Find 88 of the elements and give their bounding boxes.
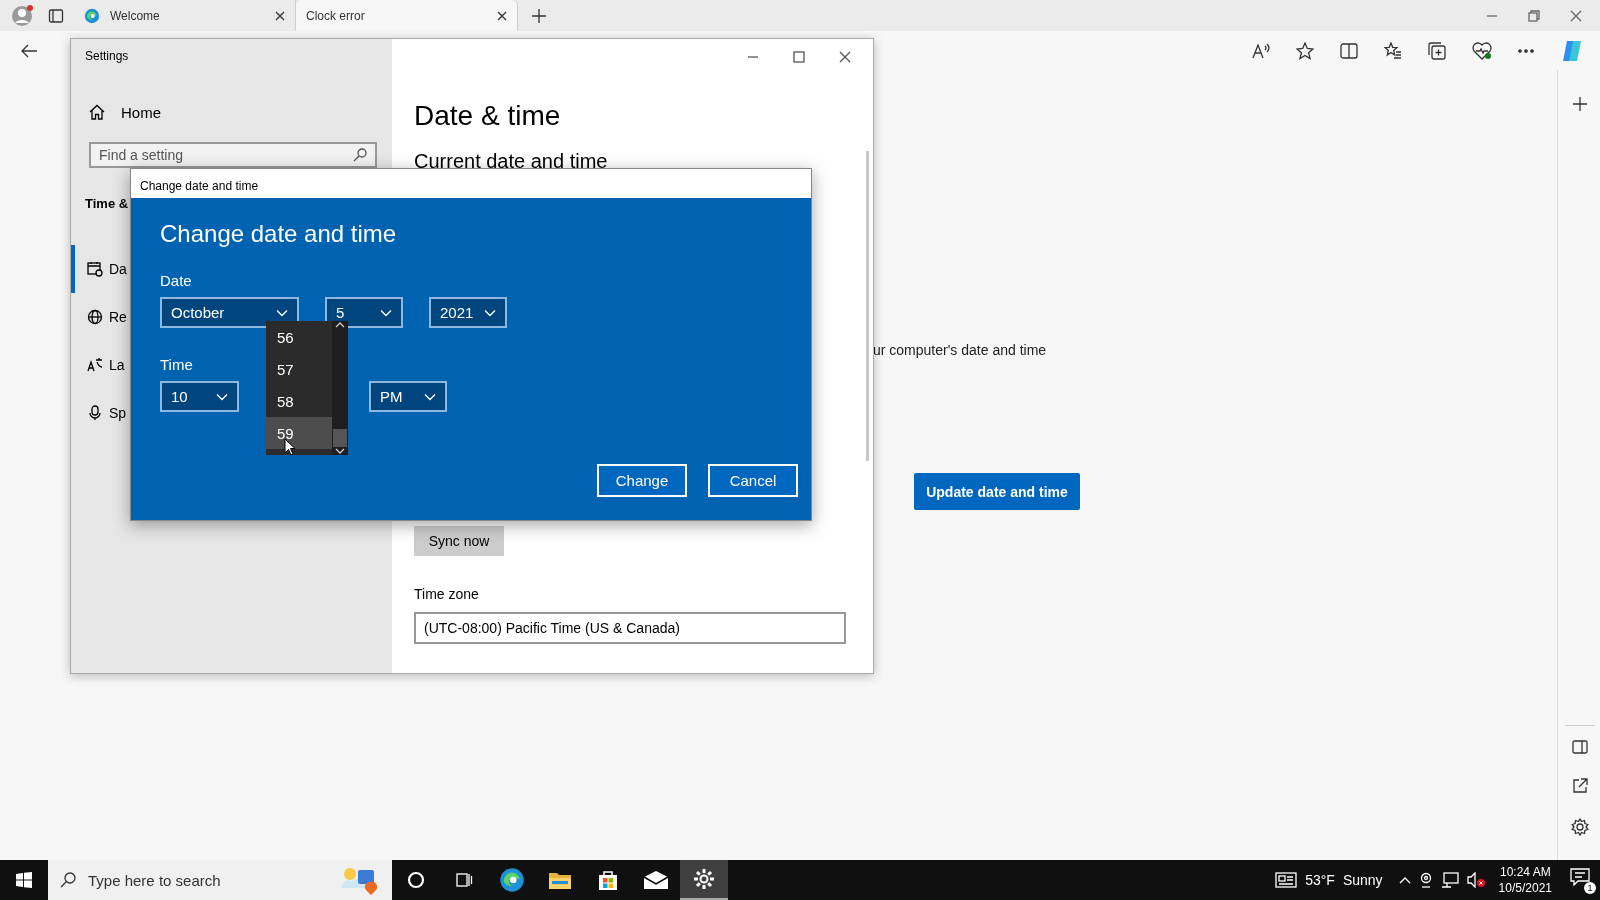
cortana-icon <box>406 870 426 890</box>
search-icon <box>60 872 76 888</box>
chevron-icon <box>484 308 496 317</box>
news-icon <box>1275 872 1298 888</box>
chevron-icon <box>424 392 436 401</box>
notification-icon[interactable] <box>1570 868 1590 886</box>
taskbar-search-field[interactable]: Type here to search <box>48 860 392 900</box>
favorites-icon[interactable] <box>1384 41 1402 60</box>
field-label: Date <box>160 272 192 289</box>
edge-icon <box>499 867 525 893</box>
nav-item[interactable]: La <box>71 341 129 389</box>
dialog-title: Change date and time <box>131 169 811 198</box>
dialog-button[interactable]: Cancel <box>708 464 798 497</box>
scrollbar[interactable] <box>866 151 869 461</box>
hour-dropdown[interactable]: 10 <box>160 381 239 412</box>
scroll-up-icon[interactable] <box>335 321 345 329</box>
show-hidden-icons-icon[interactable] <box>1398 876 1411 884</box>
close-icon[interactable] <box>839 51 851 63</box>
temperature: 53°F <box>1305 872 1335 888</box>
search-field[interactable]: Find a setting <box>89 142 377 168</box>
minute-list[interactable]: 56 57 58 59 <box>266 321 348 455</box>
page-heading: Date & time <box>414 100 562 132</box>
taskbar-app[interactable] <box>680 860 728 900</box>
mail-icon <box>643 870 669 890</box>
add-icon[interactable] <box>1572 97 1587 111</box>
back-icon[interactable] <box>20 42 38 59</box>
read-aloud-icon[interactable] <box>1252 42 1270 59</box>
minute-option[interactable]: 59 <box>266 417 332 449</box>
profile-icon[interactable] <box>11 4 33 27</box>
external-link-icon[interactable] <box>1571 778 1588 794</box>
folder-icon <box>548 870 572 890</box>
collections-icon[interactable] <box>1428 41 1446 60</box>
close-icon[interactable] <box>275 10 285 21</box>
scroll-down-icon[interactable] <box>335 447 345 455</box>
scroll-thumb[interactable] <box>333 429 347 447</box>
dialog-heading: Change date and time <box>160 219 398 248</box>
microphone-icon <box>87 405 103 421</box>
notification-badge: 1 <box>1584 882 1596 894</box>
chevron-icon <box>276 308 288 317</box>
start-icon[interactable] <box>16 872 32 888</box>
globe-icon <box>87 309 103 325</box>
page-text: ur computer's date and time <box>873 342 1047 358</box>
minute-option[interactable]: 57 <box>266 353 332 385</box>
nav-item[interactable]: Sp <box>71 389 129 437</box>
new-tab-icon[interactable] <box>532 8 546 23</box>
muted-speaker-icon[interactable] <box>1466 872 1485 888</box>
calendar-icon <box>87 261 103 277</box>
webcam-icon[interactable] <box>1418 872 1433 888</box>
settings-icon[interactable] <box>1570 818 1589 836</box>
search-icon <box>353 148 367 162</box>
restore-icon[interactable] <box>1528 9 1540 22</box>
field-label: Time zone <box>414 586 480 602</box>
chevron-icon <box>380 308 392 317</box>
day-dropdown[interactable]: 5 <box>325 297 403 328</box>
clock-time: 10:24 AM <box>1499 864 1551 880</box>
split-screen-icon[interactable] <box>1340 42 1358 59</box>
close-icon[interactable] <box>497 10 507 21</box>
home-icon <box>89 104 105 120</box>
year-dropdown[interactable]: 2021 <box>429 297 507 328</box>
month-dropdown[interactable]: October <box>160 297 299 328</box>
network-icon[interactable] <box>1440 872 1459 888</box>
sync-button[interactable]: Sync now <box>414 526 504 556</box>
browser-tab[interactable]: Clock error <box>296 0 518 31</box>
minute-option[interactable]: 58 <box>266 385 332 417</box>
window-title: Settings <box>84 48 130 65</box>
maximize-icon[interactable] <box>793 51 805 63</box>
tab-actions-icon[interactable] <box>48 7 64 24</box>
clock-date: 10/5/2021 <box>1498 880 1552 896</box>
language-icon <box>87 357 103 373</box>
edge-icon <box>84 7 100 24</box>
sidebar-panel-icon[interactable] <box>1571 740 1588 754</box>
gear-icon <box>693 868 715 890</box>
home-link[interactable]: Home <box>121 103 161 121</box>
timezone-dropdown[interactable]: (UTC-08:00) Pacific Time (US & Canada) <box>414 612 846 644</box>
dialog-button[interactable]: Change <box>597 464 687 497</box>
ampm-dropdown[interactable]: PM <box>369 381 447 412</box>
task-view-icon <box>454 870 474 890</box>
update-button[interactable]: Update date and time <box>914 473 1080 510</box>
cursor-icon <box>284 438 296 456</box>
chevron-icon <box>216 392 228 401</box>
field-label: Time <box>160 356 193 373</box>
weather-text: Sunny <box>1342 872 1383 888</box>
star-icon[interactable] <box>1296 41 1314 60</box>
heart-pulse-icon[interactable] <box>1472 41 1492 60</box>
nav-item[interactable]: Re <box>71 293 129 341</box>
store-icon <box>597 869 619 891</box>
section-title: Time & <box>85 196 129 211</box>
more-icon[interactable] <box>1518 48 1534 53</box>
